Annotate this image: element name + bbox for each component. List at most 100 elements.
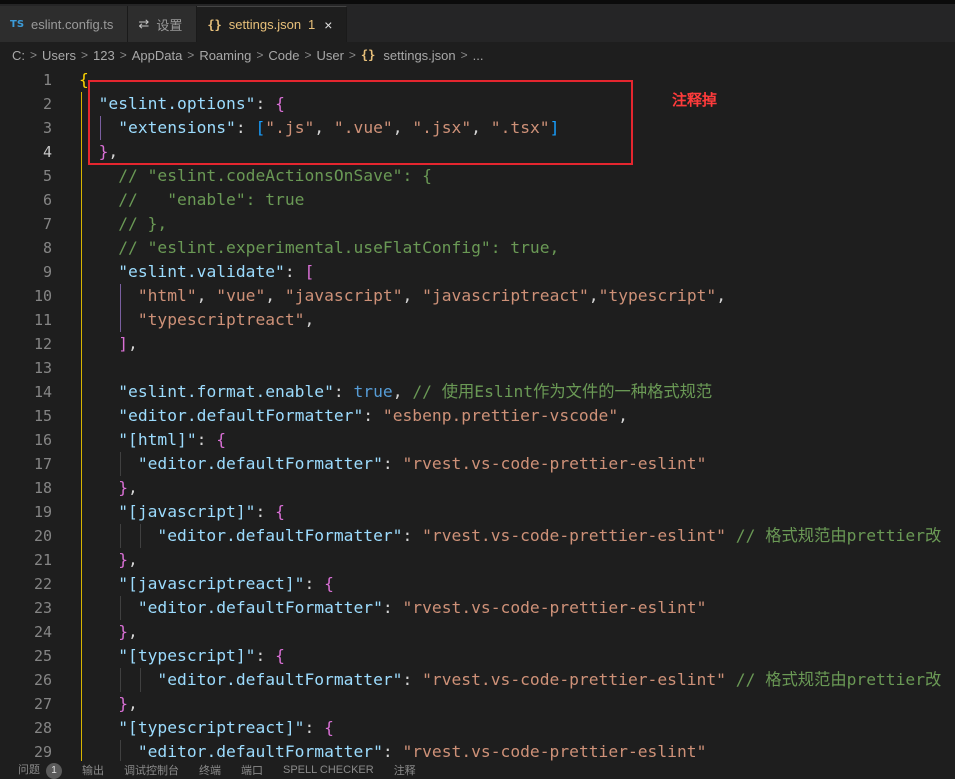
code-line[interactable]: 25 "[typescript]": { — [0, 644, 955, 668]
breadcrumb-item[interactable]: C: — [12, 48, 25, 63]
code-line[interactable]: 26 "editor.defaultFormatter": "rvest.vs-… — [0, 668, 955, 692]
tab-label: 设置 — [156, 17, 183, 33]
code-token: "rvest.vs-code-prettier-eslint" — [402, 742, 707, 761]
code-line[interactable]: 20 "editor.defaultFormatter": "rvest.vs-… — [0, 524, 955, 548]
line-code: // "eslint.codeActionsOnSave": { — [79, 164, 432, 188]
code-token: "html" — [137, 286, 197, 305]
chevron-right-icon: > — [30, 48, 38, 62]
code-line[interactable]: 9 "eslint.validate": [ — [0, 260, 955, 284]
code-token: "[typescript]" — [118, 646, 256, 665]
typescript-file-icon: TS — [10, 18, 25, 30]
code-token: } — [118, 694, 129, 713]
code-line[interactable]: 19 "[javascript]": { — [0, 500, 955, 524]
line-number: 1 — [42, 71, 52, 89]
line-number: 28 — [33, 719, 52, 737]
code-token: { — [216, 430, 227, 449]
code-line[interactable]: 8 // "eslint.experimental.useFlatConfig"… — [0, 236, 955, 260]
code-line[interactable]: 21 }, — [0, 548, 955, 572]
panel-tab-debug-console[interactable]: 调试控制台 — [124, 762, 179, 778]
breadcrumb-item[interactable]: Roaming — [199, 48, 251, 63]
code-line[interactable]: 10 "html", "vue", "javascript", "javascr… — [0, 284, 955, 308]
annotation-highlight-box — [88, 80, 633, 165]
code-line[interactable]: 11 "typescriptreact", — [0, 308, 955, 332]
chevron-right-icon: > — [187, 48, 195, 62]
code-token: : — [304, 718, 325, 737]
line-code: "editor.defaultFormatter": "esbenp.prett… — [79, 404, 628, 428]
code-token: { — [275, 646, 285, 665]
line-number: 2 — [42, 95, 52, 113]
line-code: }, — [79, 476, 138, 500]
code-token: // }, — [79, 214, 168, 233]
panel-tab-output[interactable]: 输出 — [82, 762, 104, 778]
chevron-right-icon: > — [119, 48, 127, 62]
code-line[interactable]: 28 "[typescriptreact]": { — [0, 716, 955, 740]
breadcrumb-item[interactable]: Users — [42, 48, 76, 63]
code-line[interactable]: 16 "[html]": { — [0, 428, 955, 452]
code-token: "editor.defaultFormatter" — [157, 670, 403, 689]
problems-count-badge: 1 — [46, 763, 62, 779]
code-line[interactable]: 18 }, — [0, 476, 955, 500]
code-line[interactable]: 12 ], — [0, 332, 955, 356]
code-line[interactable]: 15 "editor.defaultFormatter": "esbenp.pr… — [0, 404, 955, 428]
line-code: "[typescriptreact]": { — [79, 716, 334, 740]
code-token: "[javascriptreact]" — [118, 574, 305, 593]
panel-tab-terminal[interactable]: 终端 — [199, 762, 221, 778]
code-editor[interactable]: 1{2 "eslint.options": {3 "extensions": [… — [0, 68, 955, 761]
code-line[interactable]: 13 — [0, 356, 955, 380]
code-token: "vue" — [216, 286, 266, 305]
code-token: , — [588, 286, 599, 305]
code-line[interactable]: 17 "editor.defaultFormatter": "rvest.vs-… — [0, 452, 955, 476]
breadcrumb-item[interactable]: AppData — [132, 48, 183, 63]
code-token: } — [118, 550, 129, 569]
breadcrumb-item[interactable]: settings.json — [383, 48, 455, 63]
tab-settings-json[interactable]: {} settings.json 1 × — [197, 6, 348, 42]
code-token: ] — [118, 334, 129, 353]
line-code: // "enable": true — [79, 188, 304, 212]
breadcrumb-item[interactable]: ... — [473, 48, 484, 63]
code-token: "rvest.vs-code-prettier-eslint" — [402, 454, 707, 473]
code-line[interactable]: 27 }, — [0, 692, 955, 716]
code-token: : — [402, 670, 423, 689]
line-number: 24 — [33, 623, 52, 641]
code-line[interactable]: 5 // "eslint.codeActionsOnSave": { — [0, 164, 955, 188]
panel-tab-comments[interactable]: 注释 — [394, 762, 416, 778]
breadcrumb-item[interactable]: 123 — [93, 48, 115, 63]
code-line[interactable]: 6 // "enable": true — [0, 188, 955, 212]
panel-tab-ports[interactable]: 端口 — [241, 762, 263, 778]
line-number: 9 — [42, 263, 52, 281]
line-number: 25 — [33, 647, 52, 665]
code-token: , — [128, 478, 138, 497]
breadcrumb-item[interactable]: User — [316, 48, 343, 63]
panel-tab-spell-checker[interactable]: SPELL CHECKER — [283, 764, 374, 776]
line-number: 22 — [33, 575, 52, 593]
breadcrumb-item[interactable]: Code — [268, 48, 299, 63]
line-number: 6 — [42, 191, 52, 209]
line-code: "[html]": { — [79, 428, 226, 452]
code-line[interactable]: 14 "eslint.format.enable": true, // 使用Es… — [0, 380, 955, 404]
code-token: "rvest.vs-code-prettier-eslint" — [422, 526, 726, 545]
line-code: "[javascript]": { — [79, 500, 285, 524]
code-line[interactable]: 24 }, — [0, 620, 955, 644]
close-icon[interactable]: × — [324, 17, 332, 33]
line-number: 13 — [33, 359, 52, 377]
code-line[interactable]: 7 // }, — [0, 212, 955, 236]
code-token: // 使用Eslint作为文件的一种格式规范 — [412, 382, 713, 401]
code-token: : — [382, 454, 403, 473]
json-file-icon: {} — [207, 17, 222, 32]
code-line[interactable]: 23 "editor.defaultFormatter": "rvest.vs-… — [0, 596, 955, 620]
line-code: "editor.defaultFormatter": "rvest.vs-cod… — [79, 452, 707, 476]
tab-eslint-config[interactable]: TS eslint.config.ts — [0, 6, 129, 42]
tab-settings-ui[interactable]: ⇄ 设置 — [128, 6, 198, 42]
panel-tab-problems[interactable]: 问题 1 — [18, 761, 62, 779]
line-code: "eslint.validate": [ — [79, 260, 314, 284]
tab-label: settings.json — [228, 17, 302, 32]
code-line[interactable]: 22 "[javascriptreact]": { — [0, 572, 955, 596]
line-number: 14 — [33, 383, 52, 401]
code-line[interactable]: 29 "editor.defaultFormatter": "rvest.vs-… — [0, 740, 955, 761]
code-token: , — [265, 286, 285, 305]
